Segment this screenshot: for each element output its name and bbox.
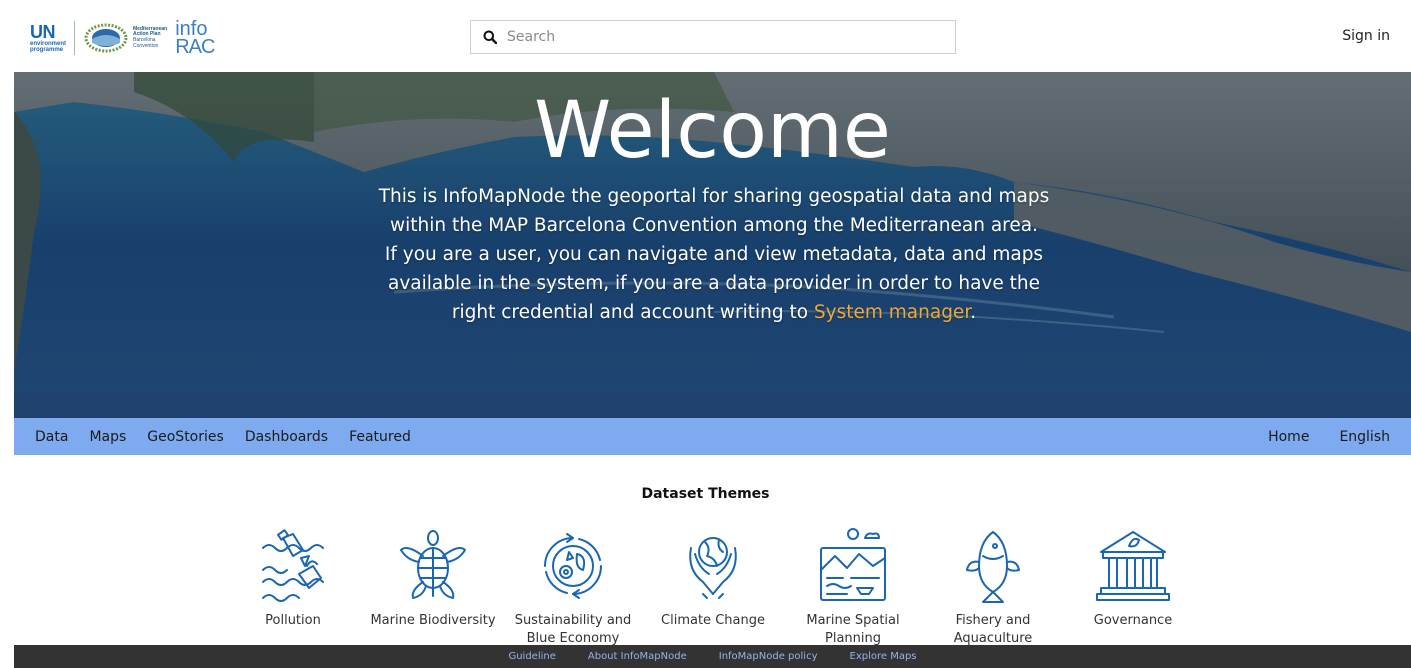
hero-banner: Welcome This is InfoMapNode the geoporta… (14, 72, 1411, 418)
logo-divider (74, 21, 76, 55)
nav-data[interactable]: Data (35, 429, 68, 445)
main-nav: Data Maps GeoStories Dashboards Featured… (14, 418, 1411, 455)
theme-marine-spatial-planning[interactable]: Marine Spatial Planning (788, 526, 918, 648)
welcome-description: This is InfoMapNode the geoportal for sh… (378, 186, 1050, 323)
nav-geostories[interactable]: GeoStories (147, 429, 224, 445)
search-box[interactable] (470, 20, 956, 54)
pollution-icon (262, 529, 324, 602)
sustainability-icon (544, 533, 602, 599)
map-logo: Mediterranean Action Plan Barcelona Conv… (83, 23, 167, 53)
footer: Guideline About InfoMapNode InfoMapNode … (14, 645, 1411, 668)
welcome-title: Welcome (534, 86, 891, 176)
language-selector[interactable]: English (1339, 429, 1390, 445)
theme-climate-change[interactable]: Climate Change (648, 526, 778, 648)
nav-home[interactable]: Home (1268, 429, 1309, 445)
footer-policy[interactable]: InfoMapNode policy (719, 651, 818, 662)
nav-featured[interactable]: Featured (349, 429, 411, 445)
footer-explore-maps[interactable]: Explore Maps (850, 651, 917, 662)
logos[interactable]: UN environment programme Mediterranean A… (30, 12, 215, 64)
footer-about[interactable]: About InfoMapNode (588, 651, 687, 662)
unep-logo: UN environment programme (30, 22, 67, 53)
climate-icon (689, 537, 737, 599)
theme-fishery-aquaculture[interactable]: Fishery and Aquaculture (928, 526, 1058, 648)
search-icon (483, 30, 497, 44)
turtle-icon (400, 530, 466, 599)
map-emblem-icon (84, 23, 128, 53)
sign-in-link[interactable]: Sign in (1342, 28, 1390, 44)
inforac-logo: info RAC (175, 18, 215, 58)
theme-sustainability[interactable]: Sustainability and Blue Economy (508, 526, 638, 648)
spatial-planning-icon (820, 528, 886, 601)
system-manager-link[interactable]: System manager (814, 302, 970, 323)
search-input[interactable] (507, 29, 927, 45)
footer-guideline[interactable]: Guideline (508, 651, 555, 662)
nav-maps[interactable]: Maps (89, 429, 126, 445)
governance-icon (1096, 531, 1170, 601)
theme-pollution[interactable]: Pollution (228, 526, 358, 648)
unep-logo-text: UN (30, 22, 56, 42)
fish-icon (966, 531, 1020, 603)
dataset-themes-title: Dataset Themes (641, 486, 770, 502)
dataset-themes: Pollution Marine Biodiversity Sustainabi… (228, 526, 1208, 648)
theme-governance[interactable]: Governance (1068, 526, 1198, 648)
theme-marine-biodiversity[interactable]: Marine Biodiversity (368, 526, 498, 648)
nav-dashboards[interactable]: Dashboards (245, 429, 328, 445)
header: UN environment programme Mediterranean A… (0, 0, 1411, 72)
